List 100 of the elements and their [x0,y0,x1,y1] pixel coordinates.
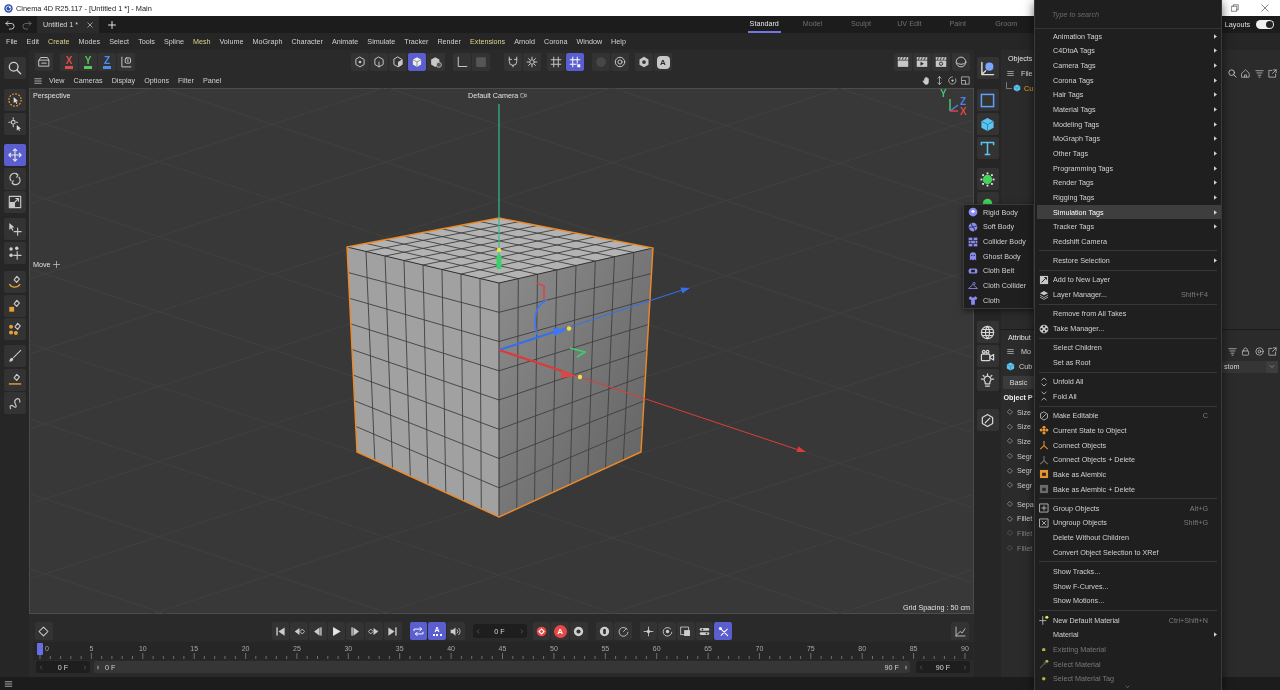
texture-mode-button[interactable] [427,53,445,71]
scroll-down-icon[interactable] [1124,685,1131,689]
next-key-button[interactable] [365,622,383,640]
go-to-start-button[interactable] [271,622,290,640]
search-icon[interactable] [1227,68,1237,78]
external-link-icon[interactable] [1268,68,1277,78]
orbit-icon[interactable] [948,76,957,85]
point-mode-button[interactable] [351,53,369,71]
key-mode-button[interactable] [614,622,632,640]
text-object-button[interactable] [976,137,999,159]
axis-mode-button[interactable] [453,53,471,71]
spline-sketch-button[interactable] [3,318,26,340]
playhead-handle[interactable] [37,643,43,655]
scale-tool-button[interactable] [3,191,26,213]
arrange-tool-button[interactable] [3,241,26,264]
make-editable-button[interactable] [976,409,999,431]
target-icon [614,56,626,68]
diamond-icon[interactable] [1007,438,1013,445]
move-tool-button[interactable] [3,144,26,166]
axis-lock-button[interactable]: Z [98,53,116,71]
grid-button[interactable] [547,53,565,71]
cube-object[interactable] [346,217,654,518]
next-frame-button[interactable] [346,622,365,640]
filter-icon[interactable] [1227,346,1237,356]
hand-icon[interactable] [922,76,931,85]
environment-button[interactable] [976,321,999,343]
model-mode-button[interactable] [408,53,426,71]
snap-button[interactable] [504,53,522,71]
object-button[interactable] [976,57,999,79]
selection-settings-button[interactable] [3,112,26,135]
live-selection-button[interactable] [3,89,26,111]
grip-icon[interactable] [904,663,908,671]
home-icon[interactable] [1241,68,1250,78]
grid-snap-button[interactable] [566,53,584,71]
toolbar-button[interactable] [35,53,53,71]
light-button[interactable] [976,369,999,391]
cube-icon [980,116,995,132]
layouts-switch[interactable] [1256,20,1274,29]
spline-pen-button[interactable] [3,294,26,317]
camera-button[interactable] [976,345,999,367]
rotation-key-button[interactable] [658,622,676,640]
render-button[interactable] [913,53,931,71]
edge-mode-button[interactable] [370,53,388,71]
generator-button[interactable] [976,168,999,190]
snap-settings-button[interactable] [523,53,541,71]
coordinate-system-button[interactable] [117,53,135,71]
x-axis-arrow[interactable] [498,348,806,452]
vertical-arrows-icon[interactable] [935,76,944,85]
diamond-icon[interactable] [1007,482,1013,489]
search-button[interactable] [3,57,26,79]
previous-frame-button[interactable] [309,622,327,640]
play-icon [331,625,343,637]
scale-key-button[interactable] [676,622,695,640]
loop-button[interactable] [409,622,428,640]
toolbar-button[interactable]: A [654,53,672,71]
lock-icon[interactable] [1241,346,1250,356]
xy-plane-handle[interactable] [536,282,545,301]
spline-object-button[interactable] [976,89,999,111]
line-tool-button[interactable] [3,368,26,391]
yz-plane-handle[interactable] [534,299,548,336]
axis-lock-button[interactable]: Y [79,53,97,71]
placement-tool-button[interactable] [3,218,26,240]
key-settings-button[interactable] [569,622,588,640]
keyframe-button[interactable] [35,622,53,640]
grip-icon[interactable] [96,663,100,671]
y-axis-arrow[interactable] [496,103,502,269]
sound-button[interactable] [446,622,465,640]
previous-key-button[interactable] [290,622,309,640]
z-axis-arrow[interactable] [498,287,690,352]
external-link-icon[interactable] [1268,346,1277,356]
toolbar-button[interactable] [952,53,970,71]
parameter-key-button[interactable] [695,622,714,640]
timeline-graph-button[interactable] [951,622,969,640]
position-key-button[interactable] [639,622,658,640]
menu-icon[interactable] [1006,347,1015,355]
menu-icon[interactable] [33,76,43,85]
spline-tool-button[interactable] [3,392,26,414]
maximize-icon[interactable] [961,76,970,85]
toolbar-button[interactable] [611,53,629,71]
filter-icon[interactable] [1254,68,1264,78]
menu-icon[interactable] [1006,69,1015,77]
cube-object-button[interactable] [976,113,999,135]
render-view-button[interactable] [894,53,912,71]
render-settings-button[interactable] [932,53,950,71]
record-button[interactable] [532,622,551,640]
spline-arc-tool-button[interactable] [3,271,26,293]
rotate-tool-button[interactable] [3,167,26,190]
plus-dot-icon [1039,615,1049,626]
toolbar-button[interactable] [635,53,653,71]
close-icon[interactable] [87,21,94,28]
autokey-button[interactable]: A [551,622,569,640]
polygon-mode-button[interactable] [389,53,407,71]
menu-button[interactable] [3,678,14,689]
target-icon[interactable] [1254,346,1264,356]
key-lock-button[interactable] [595,622,614,640]
xz-plane-handle[interactable] [569,347,587,358]
brush-tool-button[interactable] [3,345,26,367]
point-level-button[interactable] [714,622,733,640]
play-button[interactable] [327,622,346,640]
go-to-end-button[interactable] [383,622,402,640]
